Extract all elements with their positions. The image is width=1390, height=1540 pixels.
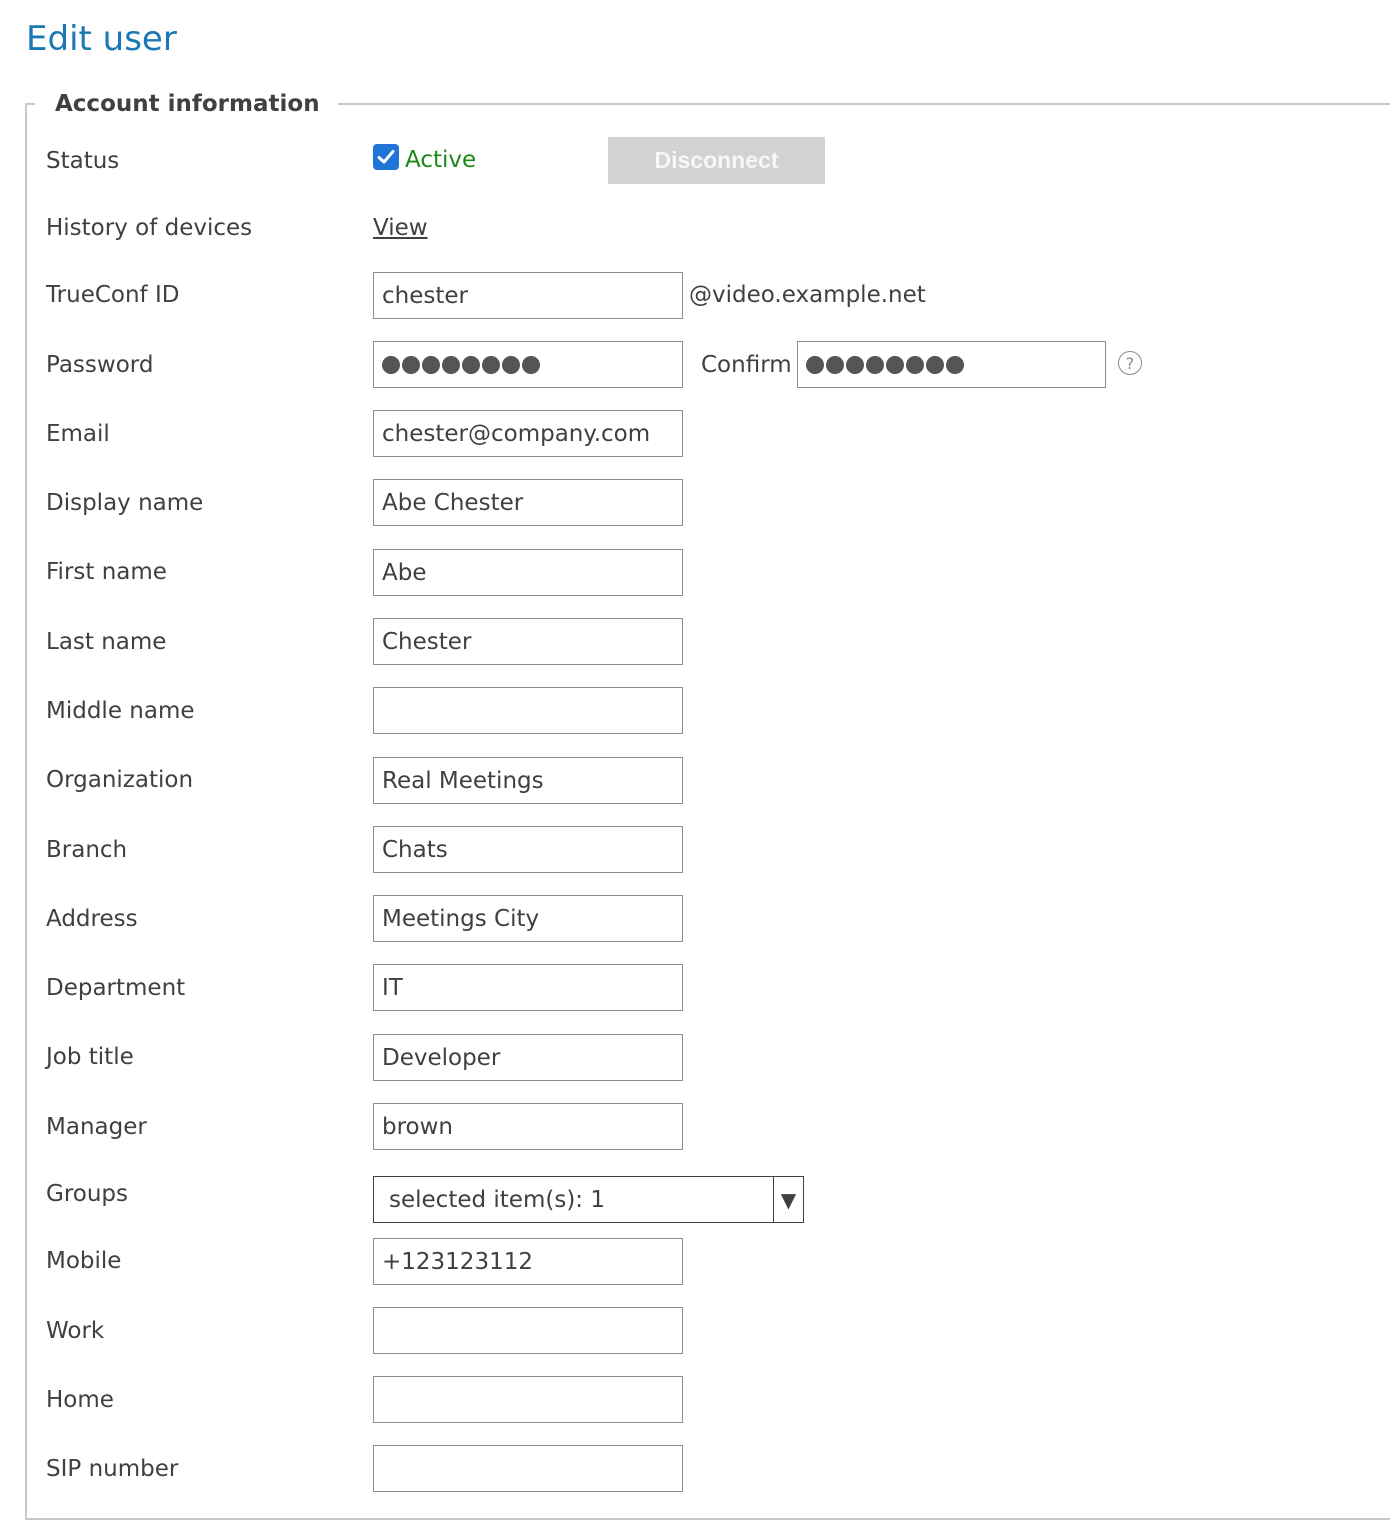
groups-label: Groups bbox=[46, 1181, 129, 1207]
history-of-devices-label: History of devices bbox=[46, 215, 253, 241]
display-name-label: Display name bbox=[46, 490, 204, 516]
middle-name-label: Middle name bbox=[46, 698, 195, 724]
address-label: Address bbox=[46, 906, 138, 932]
organization-input[interactable] bbox=[373, 757, 683, 804]
password-mask-dot bbox=[522, 355, 540, 374]
last-name-input[interactable] bbox=[373, 618, 683, 665]
active-checkbox[interactable] bbox=[373, 144, 399, 170]
password-mask-dot bbox=[422, 355, 440, 374]
trueconf-id-input[interactable] bbox=[373, 272, 683, 319]
password-mask-dot bbox=[886, 355, 904, 374]
job-title-input[interactable] bbox=[373, 1034, 683, 1081]
middle-name-input[interactable] bbox=[373, 687, 683, 734]
password-mask-dot bbox=[906, 355, 924, 374]
checkmark-icon bbox=[377, 150, 395, 164]
password-mask-dot bbox=[866, 355, 884, 374]
branch-input[interactable] bbox=[373, 826, 683, 873]
password-mask-dot bbox=[806, 355, 824, 374]
status-label: Status bbox=[46, 148, 120, 174]
password-mask-dot bbox=[502, 355, 520, 374]
groups-selected-value: selected item(s): 1 bbox=[389, 1186, 605, 1213]
organization-label: Organization bbox=[46, 767, 194, 793]
email-label: Email bbox=[46, 421, 110, 447]
manager-label: Manager bbox=[46, 1114, 147, 1140]
password-mask-dot bbox=[462, 355, 480, 374]
manager-input[interactable] bbox=[373, 1103, 683, 1150]
address-input[interactable] bbox=[373, 895, 683, 942]
password-mask-dot bbox=[382, 355, 400, 374]
home-label: Home bbox=[46, 1387, 114, 1413]
department-input[interactable] bbox=[373, 964, 683, 1011]
password-input[interactable] bbox=[373, 341, 683, 388]
section-legend: Account information bbox=[55, 91, 320, 117]
domain-suffix: @video.example.net bbox=[689, 282, 926, 308]
view-history-link[interactable]: View bbox=[373, 213, 428, 243]
email-input[interactable] bbox=[373, 410, 683, 457]
password-mask-dot bbox=[442, 355, 460, 374]
work-label: Work bbox=[46, 1318, 105, 1344]
password-mask-dot bbox=[926, 355, 944, 374]
page-title: Edit user bbox=[26, 19, 177, 59]
password-mask-dot bbox=[826, 355, 844, 374]
disconnect-button[interactable]: Disconnect bbox=[608, 137, 825, 184]
job-title-label: Job title bbox=[46, 1044, 134, 1070]
password-mask-dot bbox=[846, 355, 864, 374]
confirm-password-input[interactable] bbox=[797, 341, 1106, 388]
home-phone-input[interactable] bbox=[373, 1376, 683, 1423]
groups-select[interactable]: selected item(s): 1 ▼ bbox=[373, 1176, 804, 1223]
sip-number-input[interactable] bbox=[373, 1445, 683, 1492]
work-phone-input[interactable] bbox=[373, 1307, 683, 1354]
branch-label: Branch bbox=[46, 837, 128, 863]
mobile-input[interactable] bbox=[373, 1238, 683, 1285]
question-circle-icon[interactable]: ? bbox=[1118, 351, 1142, 375]
password-label: Password bbox=[46, 352, 154, 378]
department-label: Department bbox=[46, 975, 186, 1001]
password-mask-dot bbox=[946, 355, 964, 374]
triangle-down-icon[interactable]: ▼ bbox=[773, 1177, 803, 1222]
first-name-input[interactable] bbox=[373, 549, 683, 596]
password-mask-dot bbox=[482, 355, 500, 374]
first-name-label: First name bbox=[46, 559, 167, 585]
mobile-label: Mobile bbox=[46, 1248, 122, 1274]
last-name-label: Last name bbox=[46, 629, 167, 655]
password-mask-dot bbox=[402, 355, 420, 374]
trueconf-id-label: TrueConf ID bbox=[46, 282, 180, 308]
confirm-password-label: Confirm bbox=[701, 352, 792, 378]
active-label[interactable]: Active bbox=[405, 145, 476, 175]
display-name-input[interactable] bbox=[373, 479, 683, 526]
sip-number-label: SIP number bbox=[46, 1456, 179, 1482]
